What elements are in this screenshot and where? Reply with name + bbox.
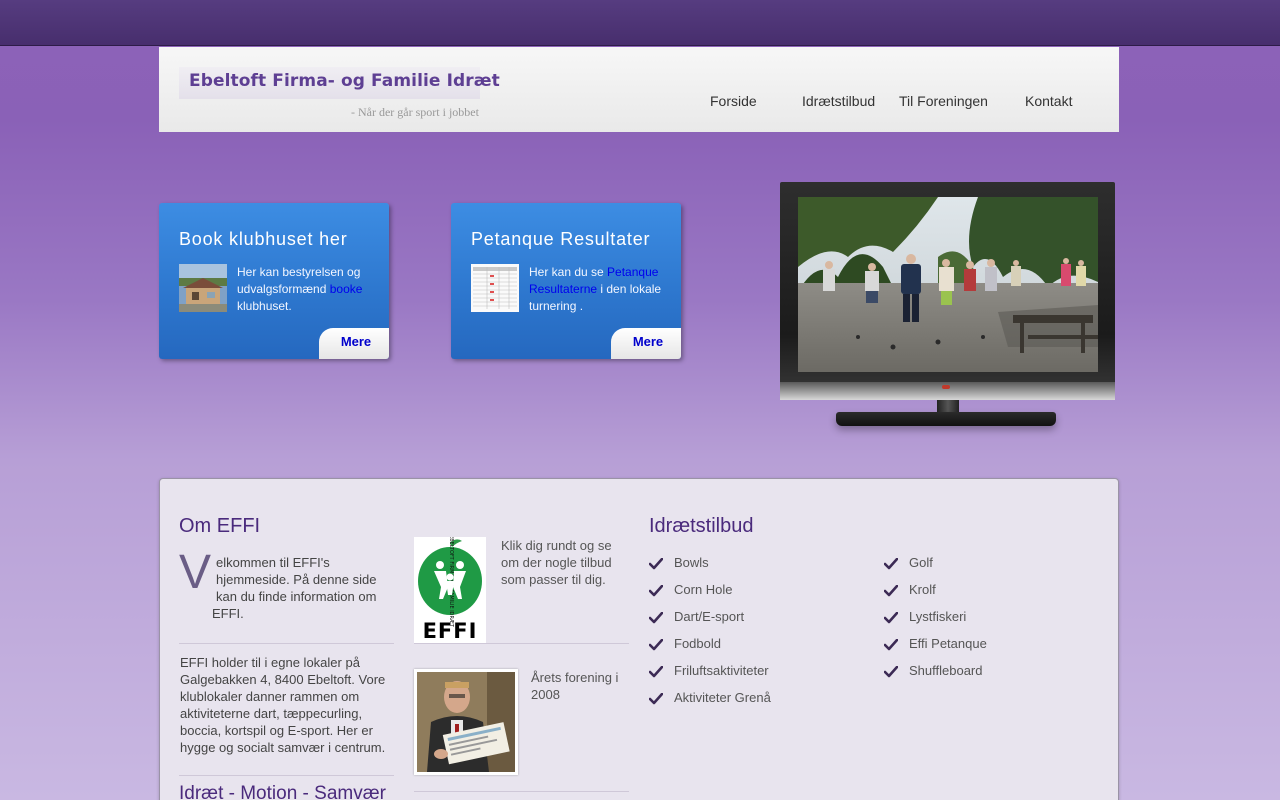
offer-item[interactable]: Fodbold: [649, 637, 869, 664]
offer-label: Friluftsaktiviteter: [674, 663, 769, 678]
check-icon: [884, 612, 898, 624]
more-button[interactable]: Mere: [319, 328, 389, 359]
card-title: Book klubhuset her: [179, 229, 348, 249]
award-photo[interactable]: [414, 669, 518, 775]
motion-heading: Idræt - Motion - Samvær: [179, 783, 386, 800]
check-icon: [649, 612, 663, 624]
check-icon: [884, 558, 898, 570]
about-heading: Om EFFI: [179, 515, 261, 537]
divider: [179, 775, 394, 776]
welcome-line: elkommen til EFFI's: [216, 555, 330, 570]
offer-label: Fodbold: [674, 636, 721, 651]
site-title[interactable]: Ebeltoft Firma- og Familie Idræt: [189, 71, 500, 91]
nav-item-forside[interactable]: Forside: [710, 93, 757, 109]
more-button[interactable]: Mere: [611, 328, 681, 359]
check-icon: [649, 585, 663, 597]
offer-label: Shuffleboard: [909, 663, 983, 678]
site-header: Ebeltoft Firma- og Familie Idræt - Når d…: [159, 47, 1119, 132]
results-table-thumbnail: [471, 264, 519, 312]
offer-item[interactable]: Krolf: [884, 583, 1084, 610]
check-icon: [649, 693, 663, 705]
offer-label: Effi Petanque: [909, 636, 987, 651]
tv-power-led: [942, 385, 950, 389]
intro-text: Klik dig rundt og se om der nogle tilbud…: [501, 538, 612, 587]
petanque-results-card: Petanque Resultater Her kan du se Petanq…: [451, 203, 681, 359]
offer-label: Aktiviteter Grenå: [674, 690, 771, 705]
effi-logo-text: EFFI: [423, 619, 478, 643]
divider: [414, 643, 629, 644]
check-icon: [649, 666, 663, 678]
offer-item[interactable]: Bowls: [649, 556, 869, 583]
offer-item[interactable]: Aktiviteter Grenå: [649, 691, 869, 718]
effi-logo[interactable]: EBELTOFT FIRMA- OG FAMILIE IDRÆT EFFI: [414, 535, 486, 643]
award-text: Årets forening i 2008: [531, 670, 619, 702]
offer-item[interactable]: Dart/E-sport: [649, 610, 869, 637]
card-title: Petanque Resultater: [471, 229, 651, 249]
nav-item-til-foreningen[interactable]: Til Foreningen: [899, 93, 988, 109]
tv-slideshow: [780, 182, 1115, 432]
offer-label: Bowls: [674, 555, 709, 570]
book-klubhus-card: Book klubhuset her Her kan bestyrelsen o…: [159, 203, 389, 359]
offer-label: Krolf: [909, 582, 936, 597]
divider: [179, 643, 394, 644]
welcome-line: hjemmeside. På denne side: [216, 572, 377, 587]
offer-item[interactable]: Shuffleboard: [884, 664, 1084, 691]
nav-item-kontakt[interactable]: Kontakt: [1025, 93, 1072, 109]
check-icon: [649, 639, 663, 651]
offer-item[interactable]: Lystfiskeri: [884, 610, 1084, 637]
main-content-panel: Om EFFI V elkommen til EFFI's hjemmeside…: [159, 478, 1119, 800]
clubhouse-thumbnail: [179, 264, 227, 312]
tv-stand-base: [836, 412, 1056, 426]
booke-link[interactable]: booke: [330, 282, 363, 296]
offer-label: Dart/E-sport: [674, 609, 745, 624]
offer-label: Golf: [909, 555, 933, 570]
offers-heading: Idrætstilbud: [649, 515, 754, 537]
petanque-photo[interactable]: [798, 197, 1098, 372]
card-text: Her kan bestyrelsen og udvalgsformænd bo…: [237, 264, 377, 315]
welcome-line: kan du finde information om: [216, 589, 377, 604]
offer-label: Corn Hole: [674, 582, 733, 597]
check-icon: [884, 639, 898, 651]
top-bar: [0, 0, 1280, 46]
welcome-text: elkommen til EFFI's hjemmeside. På denne…: [180, 554, 380, 622]
offer-item[interactable]: Corn Hole: [649, 583, 869, 610]
offer-label: Lystfiskeri: [909, 609, 967, 624]
check-icon: [884, 585, 898, 597]
card-text: Her kan du se Petanque Resultaterne i de…: [529, 264, 669, 315]
check-icon: [884, 666, 898, 678]
welcome-line: EFFI.: [212, 606, 244, 621]
card-text-part: Her kan du se: [529, 265, 608, 279]
check-icon: [649, 558, 663, 570]
divider: [414, 791, 629, 792]
nav-item-idraetstilbud[interactable]: Idrætstilbud: [802, 93, 875, 109]
offer-item[interactable]: Golf: [884, 556, 1084, 583]
card-text-part: klubhuset.: [237, 299, 292, 313]
offers-list-right: Golf Krolf Lystfiskeri Effi Petanque Shuffle…: [884, 556, 1084, 691]
offer-item[interactable]: Effi Petanque: [884, 637, 1084, 664]
main-nav: Forside Idrætstilbud Til Foreningen Kont…: [159, 93, 1119, 113]
about-paragraph: EFFI holder til i egne lokaler på Galgeb…: [180, 655, 386, 755]
offers-list-left: Bowls Corn Hole Dart/E-sport Fodbold Friluft…: [649, 556, 869, 718]
offer-item[interactable]: Friluftsaktiviteter: [649, 664, 869, 691]
